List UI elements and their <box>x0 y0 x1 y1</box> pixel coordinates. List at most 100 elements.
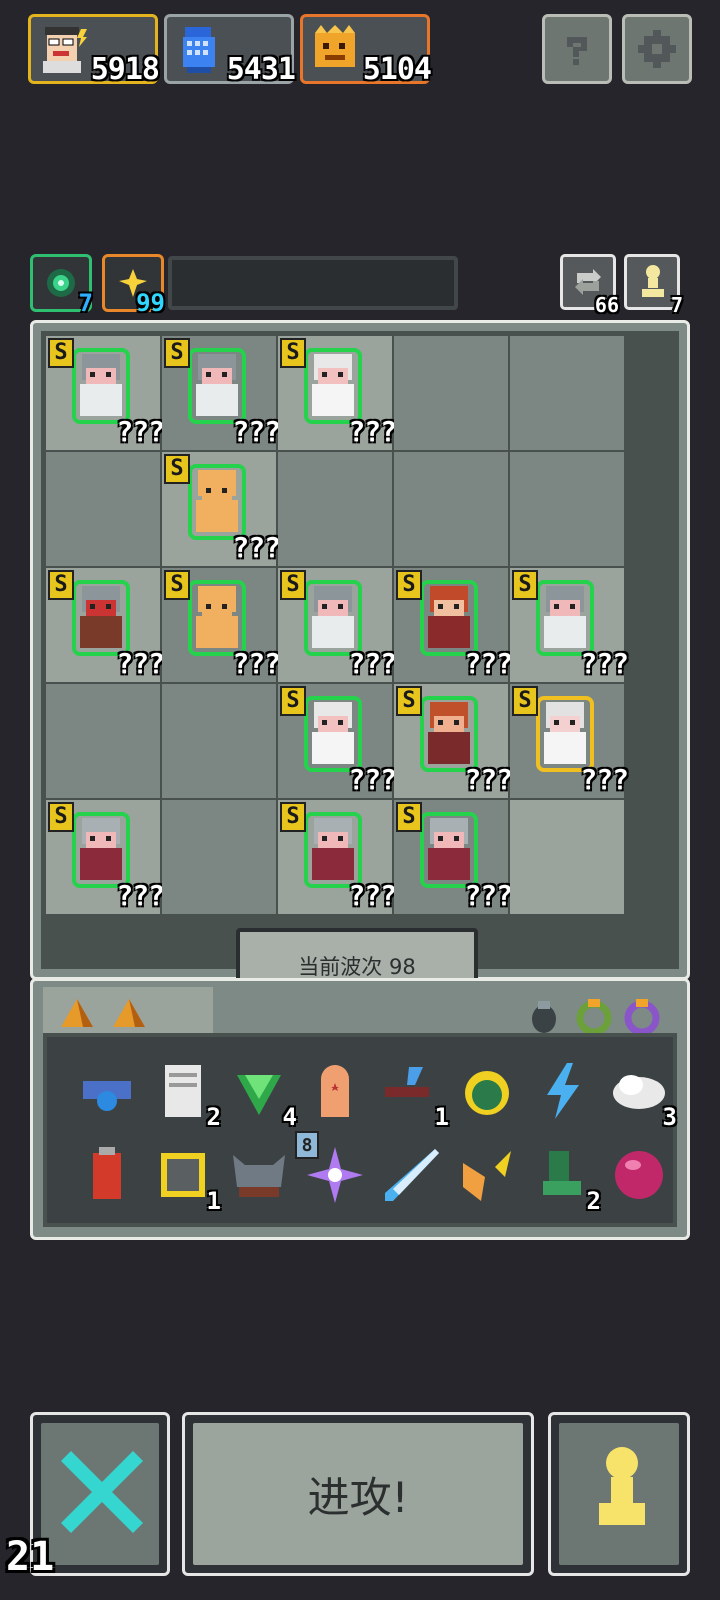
unit-grade-badge: S <box>396 802 422 832</box>
board-cell[interactable] <box>278 452 392 566</box>
unit-level: ??? <box>580 647 629 680</box>
resource-commander[interactable]: 5918 <box>28 14 160 87</box>
inventory-item[interactable]: 8 <box>295 1131 367 1207</box>
board-cell[interactable]: S??? <box>510 568 629 682</box>
board-cell[interactable]: S??? <box>394 800 513 914</box>
unit-grade-badge: S <box>164 338 190 368</box>
monster-icon <box>315 25 355 67</box>
unit-grade-badge: S <box>396 570 422 600</box>
unit-level: ??? <box>232 531 281 564</box>
unit-grade-badge: S <box>280 338 306 368</box>
board-cell[interactable]: S??? <box>394 684 513 798</box>
inventory-item[interactable] <box>227 1143 291 1207</box>
settings-button[interactable] <box>622 14 692 84</box>
item-count: 2 <box>586 1187 601 1215</box>
potion-orb-icon <box>465 1071 509 1115</box>
board-cell[interactable]: S??? <box>278 684 397 798</box>
item-count: 2 <box>206 1103 221 1131</box>
inventory-item[interactable]: 1 <box>151 1143 221 1215</box>
unit-grade-badge: S <box>280 570 306 600</box>
stat-value: 99 <box>136 289 165 317</box>
board-cell[interactable] <box>46 452 160 566</box>
board-cell[interactable]: S??? <box>394 568 513 682</box>
unit-grade-badge: S <box>48 570 74 600</box>
fox-icon <box>463 1151 511 1201</box>
board-cell[interactable] <box>46 684 160 798</box>
board-cell[interactable]: S??? <box>278 800 397 914</box>
help-button[interactable] <box>542 14 612 84</box>
board-cell[interactable]: S??? <box>162 336 281 450</box>
unit-level: ??? <box>348 415 397 448</box>
board-cell[interactable] <box>394 336 508 450</box>
unit-level: ??? <box>232 415 281 448</box>
board-cell[interactable]: S??? <box>46 800 165 914</box>
unit-level: ??? <box>580 763 629 796</box>
pink-orb-icon <box>615 1151 663 1199</box>
unit-grade-badge: S <box>48 802 74 832</box>
cancel-face <box>41 1423 159 1565</box>
board-cell[interactable] <box>510 800 624 914</box>
inventory-item[interactable]: 4 <box>227 1059 297 1131</box>
unit-level: ??? <box>232 647 281 680</box>
target-icon <box>47 269 75 297</box>
board-cell[interactable]: S??? <box>162 568 281 682</box>
board-cell[interactable]: S??? <box>278 568 397 682</box>
unit-grade-badge: S <box>512 570 538 600</box>
board-cell[interactable] <box>162 800 276 914</box>
board-cell[interactable]: S??? <box>162 452 281 566</box>
inventory-item[interactable]: 1 <box>379 1059 449 1131</box>
board-cell[interactable]: S??? <box>46 336 165 450</box>
resource-value: 5431 <box>226 52 296 87</box>
board-cell[interactable] <box>510 336 624 450</box>
lightning-icon <box>547 1063 579 1119</box>
stat-orange[interactable]: 99 <box>102 254 165 317</box>
inventory-item[interactable] <box>303 1059 367 1123</box>
purple-ring-icon[interactable] <box>621 995 663 1037</box>
beetle-icon[interactable] <box>523 995 565 1037</box>
pawn-button[interactable]: 7 <box>624 254 683 317</box>
inventory-item[interactable] <box>75 1059 139 1123</box>
unit-grade-badge: S <box>280 802 306 832</box>
inventory-grid: 2 4 1 3 1 8 2 <box>43 1033 677 1227</box>
unit-level: ??? <box>348 647 397 680</box>
board-cell[interactable] <box>394 452 508 566</box>
pawn-large-button[interactable] <box>548 1412 690 1576</box>
resource-building[interactable]: 5431 <box>164 14 296 87</box>
pawn-icon <box>599 1447 645 1525</box>
board-cell[interactable] <box>510 452 624 566</box>
board-cell[interactable]: S??? <box>46 568 165 682</box>
resource-monster[interactable]: 5104 <box>300 14 432 87</box>
inventory-item[interactable]: 3 <box>607 1059 677 1131</box>
commander-portrait-icon <box>43 27 87 73</box>
inventory-panel: 2 4 1 3 1 8 2 <box>30 978 690 1240</box>
inventory-item[interactable] <box>531 1059 595 1123</box>
inventory-item[interactable]: 2 <box>531 1143 601 1215</box>
green-ring-icon[interactable] <box>573 995 615 1037</box>
item-count: 1 <box>434 1103 449 1131</box>
gear-icon <box>638 30 676 68</box>
stat-green[interactable]: 7 <box>30 254 93 317</box>
unit-level: ??? <box>116 647 165 680</box>
refresh-button[interactable]: 66 <box>560 254 619 317</box>
tab-a-icon[interactable] <box>57 995 97 1031</box>
inventory-item[interactable] <box>75 1143 139 1207</box>
building-icon <box>183 27 215 73</box>
x-icon <box>61 1451 143 1533</box>
inventory-item[interactable] <box>379 1143 443 1207</box>
inventory-item[interactable] <box>455 1059 519 1123</box>
inventory-item[interactable] <box>607 1143 671 1207</box>
board-cell[interactable]: S??? <box>278 336 397 450</box>
tab-b-icon[interactable] <box>109 995 149 1031</box>
item-badge: 8 <box>295 1131 319 1159</box>
unit-grade-badge: S <box>396 686 422 716</box>
helmet-icon <box>233 1155 285 1197</box>
unit-grade-badge: S <box>280 686 306 716</box>
stat-value: 7 <box>78 289 93 317</box>
pawn-count: 7 <box>670 293 683 317</box>
inventory-item[interactable]: 2 <box>151 1059 221 1131</box>
attack-button[interactable]: 进攻! <box>182 1412 534 1576</box>
board-cell[interactable] <box>162 684 276 798</box>
inventory-item[interactable] <box>455 1143 519 1207</box>
attack-face: 进攻! <box>193 1423 523 1565</box>
board-cell[interactable]: S??? <box>510 684 629 798</box>
